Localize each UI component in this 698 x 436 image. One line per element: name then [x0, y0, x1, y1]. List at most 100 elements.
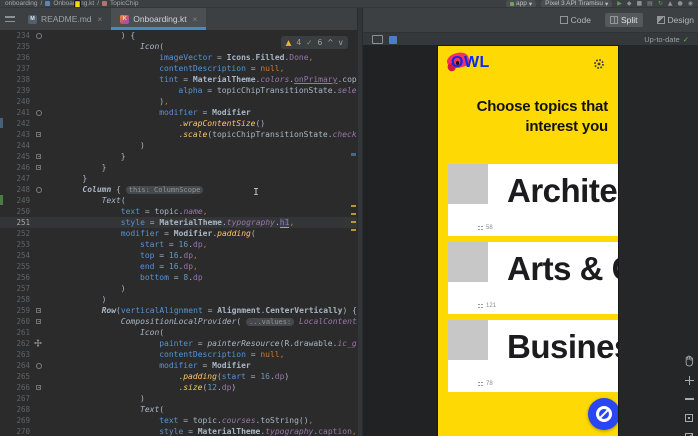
code-line[interactable]: 239alpha = topicChipTransitionState.sele… [0, 85, 357, 96]
mode-split-button[interactable]: Split [605, 13, 643, 27]
line-number[interactable]: 235 [0, 41, 34, 52]
stripe-warning-mark[interactable] [351, 205, 356, 207]
interactive-preview-icon[interactable] [389, 36, 397, 44]
code-line[interactable]: 258) [0, 294, 357, 305]
fullscreen-icon[interactable] [683, 431, 695, 436]
line-number[interactable]: 266 [0, 382, 34, 393]
code-line[interactable]: 246} [0, 162, 357, 173]
gutter-fold-column[interactable] [34, 129, 44, 140]
gutter-fold-column[interactable] [34, 305, 44, 316]
breadcrumb-item-file[interactable]: Onboarding.kt [53, 0, 94, 7]
explore-fab-button[interactable] [588, 398, 618, 430]
gutter-fold-column[interactable] [34, 184, 44, 195]
code-line[interactable]: 237contentDescription = null, [0, 63, 357, 74]
code-line[interactable]: 241modifier = Modifier [0, 107, 357, 118]
code-line[interactable]: 251style = MaterialTheme.typography.h1, [0, 217, 357, 228]
code-line[interactable]: 244) [0, 140, 357, 151]
line-number[interactable]: 253 [0, 239, 34, 250]
gutter-fold-column[interactable] [34, 107, 44, 118]
line-number[interactable]: 263 [0, 349, 34, 360]
code-line[interactable]: 262painter = painterResource(R.drawable.… [0, 338, 357, 349]
search-icon[interactable]: ● [678, 0, 683, 8]
line-number[interactable]: 236 [0, 52, 34, 63]
topic-card[interactable]: Business78 [448, 320, 618, 392]
error-stripe-scrollbar[interactable] [350, 30, 357, 436]
code-line[interactable]: 257) [0, 283, 357, 294]
code-line[interactable]: 261Icon( [0, 327, 357, 338]
breadcrumb-item-function[interactable]: TopicChip [110, 0, 139, 7]
code-line[interactable]: 247} [0, 173, 357, 184]
settings-gear-icon[interactable] [593, 58, 605, 70]
code-line[interactable]: 268Text( [0, 404, 357, 415]
line-number[interactable]: 240 [0, 96, 34, 107]
line-number[interactable]: 269 [0, 415, 34, 426]
line-number[interactable]: 261 [0, 327, 34, 338]
line-number[interactable]: 268 [0, 404, 34, 415]
line-number[interactable]: 254 [0, 250, 34, 261]
gutter-fold-column[interactable] [34, 316, 44, 327]
code-line[interactable]: 266.size(12.dp) [0, 382, 357, 393]
code-line[interactable]: 238tint = MaterialTheme.colors.onPrimary… [0, 74, 357, 85]
code-line[interactable]: 242.wrapContentSize() [0, 118, 357, 129]
code-line[interactable]: 259Row(verticalAlignment = Alignment.Cen… [0, 305, 357, 316]
gutter-fold-column[interactable] [34, 360, 44, 371]
zoom-fit-icon[interactable] [683, 412, 695, 424]
prev-issue-chevron-icon[interactable]: ^ [327, 37, 333, 48]
code-line[interactable]: 250text = topic.name, [0, 206, 357, 217]
stripe-warning-mark[interactable] [351, 221, 356, 223]
tab-readme[interactable]: M README.md × [19, 8, 111, 30]
code-line[interactable]: 253start = 16.dp, [0, 239, 357, 250]
code-line[interactable]: 249Text( [0, 195, 357, 206]
line-number[interactable]: 259 [0, 305, 34, 316]
code-line[interactable]: 256bottom = 8.dp [0, 272, 357, 283]
zoom-out-icon[interactable] [683, 393, 695, 405]
gutter-fold-column[interactable] [34, 162, 44, 173]
pan-hand-icon[interactable] [683, 355, 695, 367]
line-number[interactable]: 243 [0, 129, 34, 140]
code-line[interactable]: 264modifier = Modifier [0, 360, 357, 371]
line-number[interactable]: 260 [0, 316, 34, 327]
code-line[interactable]: 265.padding(start = 16.dp) [0, 371, 357, 382]
gutter-fold-column[interactable] [34, 382, 44, 393]
stripe-info-mark[interactable] [351, 153, 356, 156]
line-number[interactable]: 238 [0, 74, 34, 85]
line-number[interactable]: 264 [0, 360, 34, 371]
breadcrumb-item-module[interactable]: onboarding [5, 0, 38, 7]
line-number[interactable]: 251 [0, 217, 34, 228]
profiler-icon[interactable]: ▲ [668, 0, 673, 8]
code-line[interactable]: 245} [0, 151, 357, 162]
run-configuration-select[interactable]: app ▾ [506, 0, 536, 8]
line-number[interactable]: 247 [0, 173, 34, 184]
line-number[interactable]: 241 [0, 107, 34, 118]
sync-icon[interactable]: ↻ [658, 0, 663, 8]
code-line[interactable]: 269text = topic.courses.toString(), [0, 415, 357, 426]
stripe-warning-mark[interactable] [351, 229, 356, 231]
device-manager-icon[interactable]: ▤ [647, 0, 653, 8]
ui-check-icon[interactable] [372, 35, 383, 44]
stripe-warning-mark[interactable] [351, 213, 356, 215]
line-number[interactable]: 258 [0, 294, 34, 305]
line-number[interactable]: 249 [0, 195, 34, 206]
gutter-fold-column[interactable] [34, 151, 44, 162]
mode-design-button[interactable]: Design [652, 13, 698, 27]
stop-icon[interactable]: ■ [637, 0, 643, 8]
line-number[interactable]: 262 [0, 338, 34, 349]
code-line[interactable]: 254top = 16.dp, [0, 250, 357, 261]
profile-icon[interactable]: ◆ [627, 0, 632, 8]
line-number[interactable]: 257 [0, 283, 34, 294]
tab-list-icon[interactable] [5, 16, 15, 22]
code-line[interactable]: 267) [0, 393, 357, 404]
code-editor[interactable]: 234) {235Icon(236imageVector = Icons.Fil… [0, 30, 357, 436]
code-line[interactable]: 243.scale(topicChipTransitionState.check… [0, 129, 357, 140]
line-number[interactable]: 250 [0, 206, 34, 217]
zoom-in-icon[interactable] [683, 374, 695, 386]
device-select[interactable]: Pixel 3 API Tiramisu ▾ [541, 0, 612, 8]
close-icon[interactable]: × [193, 15, 198, 24]
code-line[interactable]: 255end = 16.dp, [0, 261, 357, 272]
gutter-fold-column[interactable] [34, 338, 44, 349]
code-line[interactable]: 240), [0, 96, 357, 107]
line-number[interactable]: 245 [0, 151, 34, 162]
mode-code-button[interactable]: Code [555, 13, 596, 27]
line-number[interactable]: 242 [0, 118, 34, 129]
code-line[interactable]: 260CompositionLocalProvider( ...values: … [0, 316, 357, 327]
